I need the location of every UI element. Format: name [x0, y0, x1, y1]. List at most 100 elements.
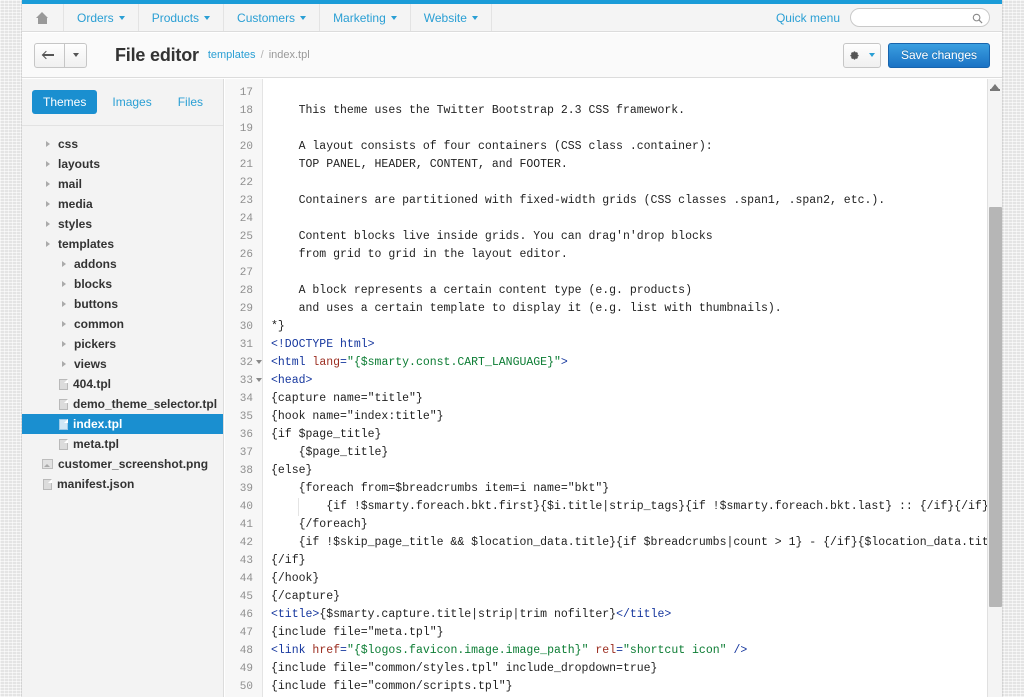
tree-item-media[interactable]: media	[22, 194, 223, 214]
line-number: 42	[239, 537, 253, 549]
tree-item-pickers[interactable]: pickers	[22, 334, 223, 354]
code-line[interactable]: 33 <head>	[225, 372, 1002, 390]
code-line[interactable]: 25 Content blocks live inside grids. You…	[225, 228, 1002, 246]
back-dropdown-button[interactable]	[65, 42, 87, 68]
tree-item-404-tpl[interactable]: 404.tpl	[22, 374, 223, 394]
code-line[interactable]: 17	[225, 84, 1002, 102]
settings-button[interactable]	[842, 42, 881, 68]
code-line[interactable]: 44 {/hook}	[225, 570, 1002, 588]
code-line[interactable]: 45 {/capture}	[225, 588, 1002, 606]
fold-toggle-icon[interactable]	[256, 360, 262, 364]
chevron-right-icon[interactable]	[58, 299, 69, 310]
tree-item-demo-theme-selector-tpl[interactable]: demo_theme_selector.tpl	[22, 394, 223, 414]
code-line[interactable]: 42 {if !$skip_page_title && $location_da…	[225, 534, 1002, 552]
tree-item-label: buttons	[74, 297, 118, 311]
tree-item-label: css	[58, 137, 79, 151]
chevron-right-icon[interactable]	[42, 179, 53, 190]
back-button[interactable]	[34, 42, 65, 68]
search-input[interactable]	[851, 9, 989, 26]
chevron-right-icon[interactable]	[42, 199, 53, 210]
tree-item-label: customer_screenshot.png	[58, 457, 209, 471]
code-line[interactable]: 43 {/if}	[225, 552, 1002, 570]
quick-menu-link[interactable]: Quick menu	[776, 11, 840, 25]
breadcrumb-parent-link[interactable]: templates	[208, 49, 256, 61]
tree-item-views[interactable]: views	[22, 354, 223, 374]
chevron-right-icon[interactable]	[58, 279, 69, 290]
tree-item-styles[interactable]: styles	[22, 214, 223, 234]
code-line[interactable]: 23 Containers are partitioned with fixed…	[225, 192, 1002, 210]
nav-item-orders[interactable]: Orders	[64, 4, 139, 31]
nav-item-website[interactable]: Website	[411, 4, 492, 31]
chevron-right-icon[interactable]	[58, 259, 69, 270]
code-line[interactable]: 20 A layout consists of four containers …	[225, 138, 1002, 156]
code-line[interactable]: 48 <link href="{$logos.favicon.image.imag…	[225, 642, 1002, 660]
code-line[interactable]: 28 A block represents a certain content …	[225, 282, 1002, 300]
code-line-text: {if !$skip_page_title && $location_data.…	[271, 536, 1002, 549]
code-line[interactable]: 49 {include file="common/styles.tpl" incl…	[225, 660, 1002, 678]
code-line[interactable]: 41 {/foreach}	[225, 516, 1002, 534]
tree-item-index-tpl[interactable]: index.tpl	[22, 414, 223, 434]
code-line[interactable]: 36 {if $page_title}	[225, 426, 1002, 444]
global-search[interactable]	[850, 8, 990, 27]
code-editor[interactable]: 17 18 This theme uses the Twitter Bootstr…	[225, 79, 1002, 697]
code-content[interactable]: 17 18 This theme uses the Twitter Bootstr…	[225, 79, 1002, 697]
code-line[interactable]: 22	[225, 174, 1002, 192]
tree-item-templates[interactable]: templates	[22, 234, 223, 254]
tab-files[interactable]: Files	[167, 90, 214, 114]
chevron-right-icon[interactable]	[58, 339, 69, 350]
code-line[interactable]: 50 {include file="common/scripts.tpl"}	[225, 678, 1002, 696]
code-line[interactable]: 18 This theme uses the Twitter Bootstrap…	[225, 102, 1002, 120]
save-changes-button[interactable]: Save changes	[887, 42, 990, 68]
chevron-right-icon[interactable]	[42, 159, 53, 170]
tree-item-label: addons	[74, 257, 117, 271]
nav-item-customers[interactable]: Customers	[224, 4, 321, 31]
image-file-icon	[42, 459, 53, 469]
code-line[interactable]: 39 {foreach from=$breadcrumbs item=i nam…	[225, 480, 1002, 498]
scrollbar-thumb[interactable]	[989, 207, 1002, 607]
code-line[interactable]: 19	[225, 120, 1002, 138]
tab-themes[interactable]: Themes	[32, 90, 98, 114]
tree-item-manifest-json[interactable]: manifest.json	[22, 474, 223, 494]
tree-item-common[interactable]: common	[22, 314, 223, 334]
chevron-right-icon[interactable]	[42, 219, 53, 230]
code-line[interactable]: 21 TOP PANEL, HEADER, CONTENT, and FOOTE…	[225, 156, 1002, 174]
code-line[interactable]: 38 {else}	[225, 462, 1002, 480]
fold-toggle-icon[interactable]	[256, 378, 262, 382]
code-line[interactable]: 29 and uses a certain template to displa…	[225, 300, 1002, 318]
chevron-right-icon[interactable]	[42, 239, 53, 250]
code-line[interactable]: 40 {if !$smarty.foreach.bkt.first}{$i.ti…	[225, 498, 1002, 516]
chevron-right-icon[interactable]	[58, 319, 69, 330]
code-line[interactable]: 27	[225, 264, 1002, 282]
code-line[interactable]: 32 <html lang="{$smarty.const.CART_LANGUA…	[225, 354, 1002, 372]
nav-item-products[interactable]: Products	[139, 4, 225, 31]
code-line[interactable]: 46 <title>{$smarty.capture.title|strip|tr…	[225, 606, 1002, 624]
code-line[interactable]: 24	[225, 210, 1002, 228]
code-line[interactable]: 35 {hook name="index:title"}	[225, 408, 1002, 426]
nav-item-marketing[interactable]: Marketing	[320, 4, 411, 31]
line-number: 33	[239, 375, 253, 387]
code-line[interactable]: 37 {$page_title}	[225, 444, 1002, 462]
chevron-right-icon[interactable]	[58, 359, 69, 370]
tree-item-meta-tpl[interactable]: meta.tpl	[22, 434, 223, 454]
tree-item-customer-screenshot-png[interactable]: customer_screenshot.png	[22, 454, 223, 474]
code-line[interactable]: 47 {include file="meta.tpl"}	[225, 624, 1002, 642]
file-icon	[59, 438, 68, 450]
code-line-text: <html lang="{$smarty.const.CART_LANGUAGE…	[271, 356, 568, 369]
code-line[interactable]: 34 {capture name="title"}	[225, 390, 1002, 408]
tree-item-label: 404.tpl	[73, 377, 112, 391]
editor-vertical-scrollbar[interactable]	[987, 79, 1002, 697]
code-line-text: <title>{$smarty.capture.title|strip|trim…	[271, 608, 672, 621]
tree-item-layouts[interactable]: layouts	[22, 154, 223, 174]
tree-item-css[interactable]: css	[22, 134, 223, 154]
tab-images[interactable]: Images	[101, 90, 162, 114]
code-line[interactable]: 26 from grid to grid in the layout edito…	[225, 246, 1002, 264]
tree-item-blocks[interactable]: blocks	[22, 274, 223, 294]
nav-home-button[interactable]	[22, 4, 64, 31]
code-line[interactable]: 31 <!DOCTYPE html>	[225, 336, 1002, 354]
tree-item-addons[interactable]: addons	[22, 254, 223, 274]
code-line-text: <link href="{$logos.favicon.image.image_…	[271, 644, 748, 657]
tree-item-buttons[interactable]: buttons	[22, 294, 223, 314]
chevron-right-icon[interactable]	[42, 139, 53, 150]
tree-item-mail[interactable]: mail	[22, 174, 223, 194]
code-line[interactable]: 30 *}	[225, 318, 1002, 336]
